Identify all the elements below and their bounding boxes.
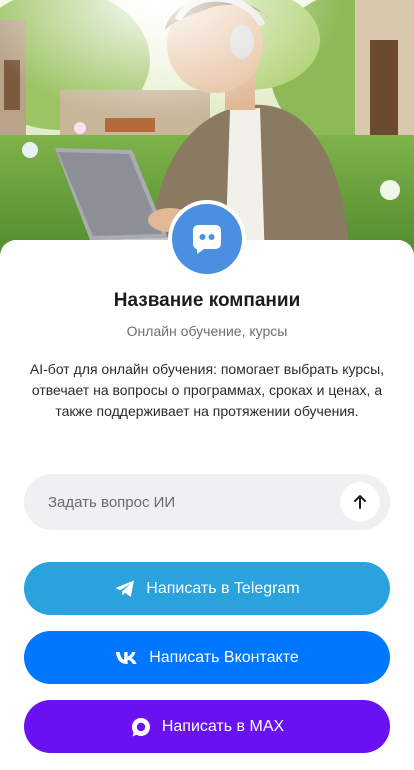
- send-question-button[interactable]: [340, 482, 380, 522]
- telegram-icon: [114, 579, 136, 599]
- ai-question-input[interactable]: [48, 493, 340, 511]
- company-name: Название компании: [113, 290, 301, 311]
- vk-button[interactable]: Написать Вконтакте: [24, 631, 390, 684]
- chat-bot-icon: [172, 204, 242, 274]
- company-tagline: Онлайн обучение, курсы: [126, 323, 288, 339]
- ai-question-box: [24, 474, 390, 530]
- telegram-button[interactable]: Написать в Telegram: [24, 562, 390, 615]
- vk-icon: [115, 651, 139, 665]
- max-button[interactable]: Написать в MAX: [24, 700, 390, 753]
- company-description: AI-бот для онлайн обучения: помогает выб…: [29, 361, 385, 419]
- company-avatar: [168, 200, 246, 278]
- vk-button-label: Написать Вконтакте: [149, 648, 299, 666]
- max-button-label: Написать в MAX: [161, 717, 285, 735]
- arrow-up-icon: [352, 494, 368, 510]
- max-icon: [130, 716, 152, 738]
- telegram-button-label: Написать в Telegram: [146, 579, 300, 597]
